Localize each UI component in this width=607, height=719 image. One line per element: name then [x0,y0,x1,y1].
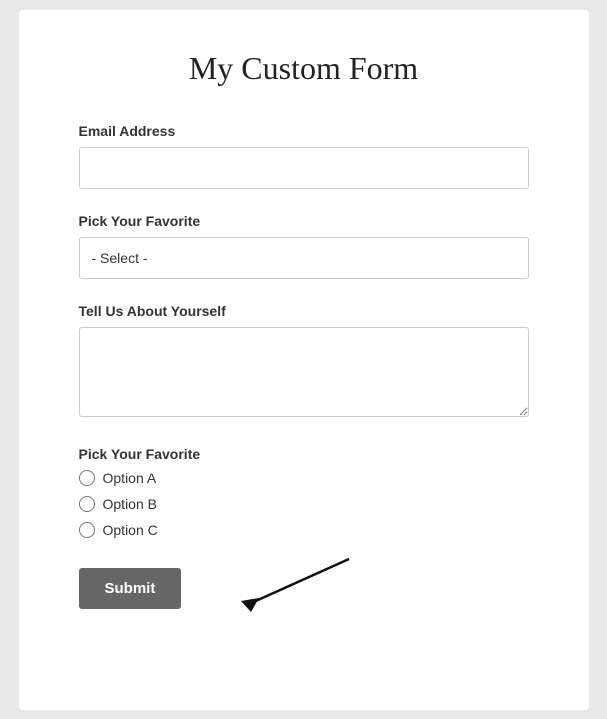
radio-item-c[interactable]: Option C [79,522,529,538]
favorite-select[interactable]: - Select - Option A Option B Option C [79,237,529,279]
email-group: Email Address [79,123,529,189]
about-textarea[interactable] [79,327,529,417]
arrow-icon [189,554,369,614]
radio-label-a: Option A [103,470,157,486]
radio-item-a[interactable]: Option A [79,470,529,486]
radio-group-container: Pick Your Favorite Option A Option B Opt… [79,446,529,538]
email-input[interactable] [79,147,529,189]
textarea-group: Tell Us About Yourself [79,303,529,422]
radio-item-b[interactable]: Option B [79,496,529,512]
form-title: My Custom Form [79,50,529,87]
select-group: Pick Your Favorite - Select - Option A O… [79,213,529,279]
textarea-label: Tell Us About Yourself [79,303,529,319]
arrow-annotation [189,554,369,619]
submit-button[interactable]: Submit [79,568,182,609]
submit-area: Submit [79,568,529,609]
radio-input-b[interactable] [79,496,95,512]
radio-label-c: Option C [103,522,158,538]
form-card: My Custom Form Email Address Pick Your F… [19,10,589,710]
radio-input-a[interactable] [79,470,95,486]
select-label: Pick Your Favorite [79,213,529,229]
radio-group: Option A Option B Option C [79,470,529,538]
radio-label-b: Option B [103,496,157,512]
radio-label: Pick Your Favorite [79,446,529,462]
email-label: Email Address [79,123,529,139]
radio-input-c[interactable] [79,522,95,538]
